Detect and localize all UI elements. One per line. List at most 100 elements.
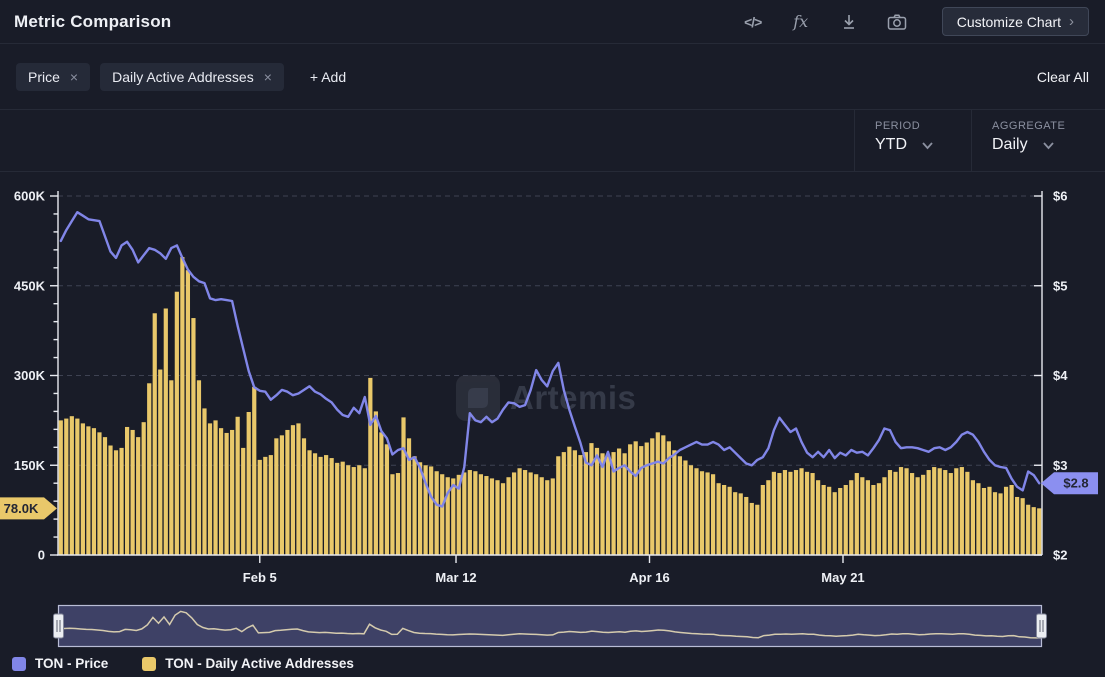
bar xyxy=(219,428,223,555)
bar xyxy=(462,472,466,555)
bar xyxy=(164,308,168,555)
bar xyxy=(860,477,864,555)
bar xyxy=(954,468,958,555)
bar xyxy=(678,456,682,555)
bar xyxy=(672,450,676,555)
bar xyxy=(705,472,709,555)
aggregate-value: Daily xyxy=(992,136,1028,154)
chip-daa-close-icon[interactable]: × xyxy=(264,69,272,85)
legend-price-label: TON - Price xyxy=(35,656,108,671)
bar xyxy=(866,480,870,555)
bar xyxy=(274,438,278,555)
bar xyxy=(766,480,770,555)
embed-code-icon[interactable]: </> xyxy=(742,11,764,33)
chip-daa-label: Daily Active Addresses xyxy=(112,69,254,85)
bar xyxy=(435,471,439,555)
period-dropdown[interactable]: PERIOD YTD xyxy=(854,110,971,171)
bar xyxy=(987,487,991,555)
customize-chart-button[interactable]: Customize Chart › xyxy=(942,7,1089,36)
bar xyxy=(904,468,908,555)
bar xyxy=(965,472,969,555)
bar xyxy=(733,492,737,555)
bar xyxy=(81,423,85,555)
bar xyxy=(927,470,931,555)
formula-fx-icon[interactable]: fx xyxy=(790,11,812,33)
chip-price-close-icon[interactable]: × xyxy=(70,69,78,85)
bar xyxy=(744,497,748,555)
bar xyxy=(761,485,765,555)
bar xyxy=(960,467,964,555)
chart-controls-bar: PERIOD YTD AGGREGATE Daily xyxy=(0,110,1105,172)
aggregate-dropdown[interactable]: AGGREGATE Daily xyxy=(971,110,1105,171)
bar xyxy=(822,485,826,555)
bar xyxy=(379,432,383,555)
left-axis-tick: 150K xyxy=(14,458,46,473)
bar xyxy=(656,432,660,555)
bar xyxy=(938,468,942,555)
bar xyxy=(645,443,649,555)
bar xyxy=(921,475,925,555)
bar xyxy=(501,483,505,555)
clear-all-button[interactable]: Clear All xyxy=(1037,69,1089,85)
screenshot-camera-icon[interactable] xyxy=(886,11,908,33)
bar xyxy=(131,430,135,555)
navigator-brush[interactable] xyxy=(0,602,1105,650)
brush-handle-left[interactable] xyxy=(54,614,64,638)
legend-item-price[interactable]: TON - Price xyxy=(12,656,108,671)
brush-selection[interactable] xyxy=(59,606,1042,647)
customize-chart-label: Customize Chart xyxy=(957,14,1061,30)
left-axis-tick: 0 xyxy=(38,548,45,563)
price-line[interactable] xyxy=(61,212,1039,506)
chip-daily-active-addresses[interactable]: Daily Active Addresses × xyxy=(100,63,284,91)
legend-item-daa[interactable]: TON - Daily Active Addresses xyxy=(142,656,354,671)
bar xyxy=(700,471,704,555)
bar xyxy=(208,423,212,555)
bar xyxy=(451,478,455,555)
download-icon[interactable] xyxy=(838,11,860,33)
bar xyxy=(855,473,859,555)
bar xyxy=(153,313,157,555)
metric-comparison-chart[interactable]: 600K450K300K150K0$6$5$4$3$2Feb 5Mar 12Ap… xyxy=(0,172,1105,602)
bar xyxy=(689,465,693,555)
bar xyxy=(976,483,980,555)
chart-zone: Artemis 600K450K300K150K0$6$5$4$3$2Feb 5… xyxy=(0,172,1105,602)
bar xyxy=(772,472,776,555)
bar xyxy=(86,426,90,555)
bar xyxy=(816,480,820,555)
chart-legend: TON - Price TON - Daily Active Addresses xyxy=(12,656,354,671)
bar xyxy=(711,474,715,555)
bar xyxy=(202,408,206,555)
bar xyxy=(385,444,389,555)
bar xyxy=(429,466,433,555)
left-axis-tick: 300K xyxy=(14,368,46,383)
bar xyxy=(440,474,444,555)
chip-price[interactable]: Price × xyxy=(16,63,90,91)
bar xyxy=(1021,498,1025,555)
bar xyxy=(799,468,803,555)
bar xyxy=(694,468,698,555)
bar xyxy=(805,472,809,555)
bar xyxy=(330,458,334,555)
bar xyxy=(639,446,643,555)
metric-chips-bar: Price × Daily Active Addresses × + Add C… xyxy=(0,44,1105,110)
daa-swatch xyxy=(142,657,156,671)
metric-comparison-panel: Metric Comparison </> fx Customize Chart… xyxy=(0,0,1105,677)
bar xyxy=(739,493,743,555)
bar xyxy=(628,444,632,555)
bar xyxy=(971,480,975,555)
bar xyxy=(197,380,201,555)
right-axis-tick: $5 xyxy=(1053,278,1067,293)
bar xyxy=(578,455,582,555)
header-bar: Metric Comparison </> fx Customize Chart… xyxy=(0,0,1105,44)
bar xyxy=(495,480,499,555)
bar xyxy=(158,370,162,555)
daa-bars[interactable] xyxy=(59,257,1042,555)
right-axis-tick: $3 xyxy=(1053,458,1067,473)
brush-handle-right[interactable] xyxy=(1037,614,1047,638)
right-axis-tick: $6 xyxy=(1053,189,1067,204)
add-metric-button[interactable]: + Add xyxy=(304,68,352,86)
bar xyxy=(600,453,604,555)
x-axis-tick: Apr 16 xyxy=(629,570,669,585)
bar xyxy=(523,470,527,555)
bar xyxy=(750,503,754,555)
